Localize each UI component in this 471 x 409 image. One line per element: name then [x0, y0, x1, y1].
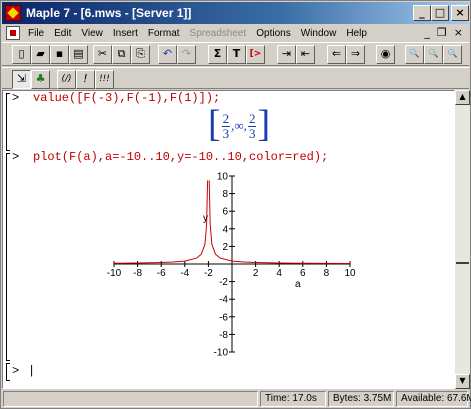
execute-all-icon[interactable]: !!!	[95, 70, 114, 89]
y-tick-label: -2	[219, 277, 228, 288]
execute-single-icon[interactable]: !	[76, 70, 95, 89]
y-tick-label: 2	[222, 242, 228, 253]
new-icon[interactable]: ▯	[12, 45, 31, 64]
y-tick-label: -8	[219, 330, 228, 341]
y-tick-label: 6	[222, 207, 228, 218]
y-tick-label: -10	[214, 348, 229, 358]
doc-restore-button[interactable]: ❐	[437, 26, 447, 39]
menu-window[interactable]: Window	[296, 28, 342, 39]
x-tick-label: -6	[157, 268, 166, 279]
execute-icon[interactable]: ⇲	[12, 70, 31, 89]
input-prompt: >	[12, 91, 20, 105]
zoom-in-icon[interactable]: 🔍	[405, 45, 424, 64]
x-tick-label: 2	[253, 268, 259, 279]
x-tick-label: -4	[180, 268, 189, 279]
y-tick-label: 4	[222, 224, 228, 235]
y-tick-label: 8	[222, 189, 228, 200]
indent-icon[interactable]: ⇥	[277, 45, 296, 64]
x-axis-label: a	[295, 279, 301, 290]
x-tick-label: 8	[324, 268, 330, 279]
menu-file[interactable]: File	[23, 28, 49, 39]
sum-icon[interactable]: Σ	[208, 45, 227, 64]
status-message	[3, 391, 258, 407]
x-tick-label: 10	[344, 268, 356, 279]
status-time: Time: 17.0s	[260, 391, 326, 407]
paste-icon[interactable]: ⎘	[131, 45, 150, 64]
outdent-icon[interactable]: ⇤	[296, 45, 315, 64]
save-icon[interactable]: ▪	[50, 45, 69, 64]
back-icon[interactable]: ⇐	[327, 45, 346, 64]
doc-minimize-button[interactable]: _	[424, 26, 430, 39]
scroll-down-button[interactable]: ▼	[455, 374, 470, 389]
menu-spreadsheet[interactable]: Spreadsheet	[185, 28, 252, 39]
status-bar: Time: 17.0s Bytes: 3.75M Available: 67.6…	[2, 390, 471, 408]
scroll-up-button[interactable]: ▲	[455, 90, 470, 105]
menu-view[interactable]: View	[76, 28, 108, 39]
zoom-fit-icon[interactable]: 🔍	[443, 45, 462, 64]
maple-input-icon[interactable]: [>	[246, 45, 265, 64]
maple-input-line[interactable]: plot(F(a),a=-10..10,y=-10..10,color=red)…	[33, 150, 328, 164]
print-icon[interactable]: ▤	[69, 45, 88, 64]
x-tick-label: -2	[204, 268, 213, 279]
right-bracket: ]	[257, 102, 271, 145]
status-bytes: Bytes: 3.75M	[328, 391, 394, 407]
menu-edit[interactable]: Edit	[49, 28, 76, 39]
y-tick-label: 10	[217, 172, 229, 183]
restart-icon[interactable]: (/)	[57, 70, 76, 89]
menu-insert[interactable]: Insert	[108, 28, 143, 39]
undo-icon[interactable]: ↶	[158, 45, 177, 64]
execution-group-bracket[interactable]	[6, 93, 10, 151]
doc-close-button[interactable]: ×	[454, 26, 463, 39]
zoom-out-icon[interactable]: 🔍	[424, 45, 443, 64]
maple-window: Maple 7 - [6.mws - [Server 1]] _ □ × Fil…	[0, 0, 471, 409]
y-axis-label: y	[203, 213, 208, 224]
execution-group-bracket[interactable]	[6, 153, 10, 361]
x-tick-label: -10	[107, 268, 122, 279]
x-tick-label: -8	[133, 268, 142, 279]
fraction: 23	[247, 110, 257, 141]
input-prompt: >	[12, 364, 20, 378]
open-icon[interactable]: ▰	[31, 45, 50, 64]
cursor-input-line[interactable]: |	[28, 364, 35, 378]
status-available: Available: 67.6M	[396, 391, 471, 407]
x-tick-label: 4	[276, 268, 282, 279]
maximize-button[interactable]: □	[431, 5, 449, 21]
plot-region[interactable]: -10 -8 -6 -4 -2 2 4 6 8 10 10 8 6 4 2 -2 -4 -6 -8 -10 a y	[103, 169, 363, 358]
execution-group-bracket[interactable]	[6, 363, 10, 381]
input-prompt: >	[12, 150, 20, 164]
stop-icon[interactable]: ◉	[376, 45, 395, 64]
document-icon[interactable]	[6, 26, 20, 40]
window-title: Maple 7 - [6.mws - [Server 1]]	[26, 6, 192, 20]
menu-bar: File Edit View Insert Format Spreadsheet…	[2, 24, 469, 42]
text-icon[interactable]: T	[227, 45, 246, 64]
plot-axes	[114, 176, 350, 352]
maple-input-line[interactable]: value([F(-3),F(-1),F(1)]);	[33, 91, 220, 105]
worksheet[interactable]: > value([F(-3),F(-1),F(1)]); [ 23 ,∞, 23…	[2, 90, 455, 389]
context-toolbar: ⇲ ♣ (/) ! !!!	[2, 67, 469, 89]
redo-icon[interactable]: ↷	[177, 45, 196, 64]
title-bar[interactable]: Maple 7 - [6.mws - [Server 1]] _ □ ×	[2, 2, 469, 24]
fraction: 23	[221, 110, 231, 141]
menu-help[interactable]: Help	[341, 28, 372, 39]
y-tick-label: -4	[219, 295, 228, 306]
cut-icon[interactable]: ✂	[93, 45, 112, 64]
maple-leaf-icon[interactable]: ♣	[31, 70, 50, 89]
function-curve	[208, 180, 351, 264]
output-vector: [ 23 ,∞, 23 ]	[208, 105, 270, 147]
output-middle: ,∞,	[231, 118, 247, 133]
vertical-scrollbar[interactable]: ▲ ▼	[455, 90, 470, 389]
minimize-button[interactable]: _	[413, 5, 431, 21]
menu-options[interactable]: Options	[251, 28, 295, 39]
x-tick-label: 6	[300, 268, 306, 279]
scroll-thumb[interactable]	[456, 262, 469, 268]
forward-icon[interactable]: ⇒	[346, 45, 365, 64]
y-tick-label: -6	[219, 312, 228, 323]
copy-icon[interactable]: ⧉	[112, 45, 131, 64]
maple-app-icon[interactable]	[5, 5, 21, 21]
close-button[interactable]: ×	[451, 5, 469, 21]
menu-format[interactable]: Format	[143, 28, 185, 39]
main-toolbar: ▯ ▰ ▪ ▤ ✂ ⧉ ⎘ ↶ ↷ Σ T [> ⇥ ⇤ ⇐ ⇒ ◉ 🔍 🔍 🔍	[2, 42, 469, 66]
left-bracket: [	[208, 102, 221, 145]
function-curve	[113, 180, 209, 264]
